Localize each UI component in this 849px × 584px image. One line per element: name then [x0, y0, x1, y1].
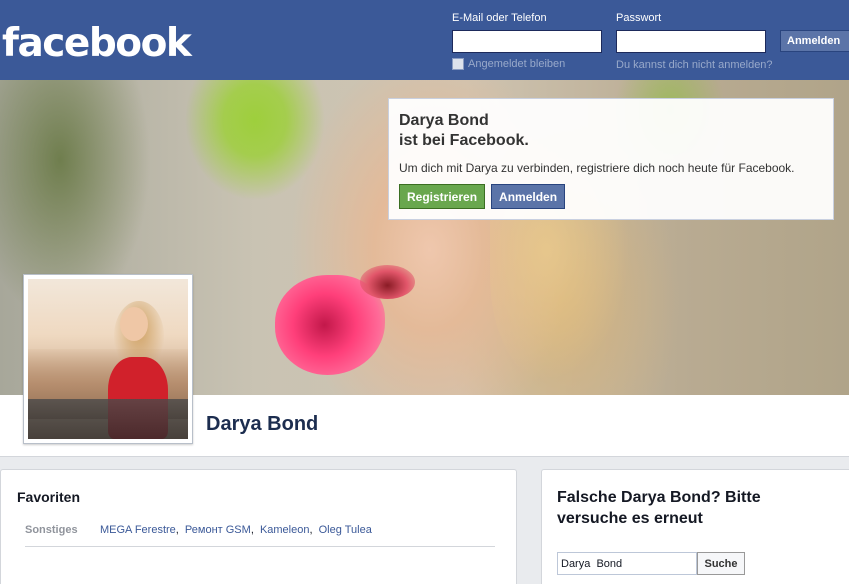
remember-checkbox[interactable] [452, 58, 464, 70]
facebook-logo[interactable]: facebook [2, 22, 192, 66]
search-card: Falsche Darya Bond? Bitte versuche es er… [541, 469, 849, 584]
prompt-buttons: Registrieren Anmelden [399, 184, 823, 209]
profile-picture[interactable] [23, 274, 193, 444]
prompt-name: Darya Bond [399, 112, 489, 129]
search-input[interactable] [557, 552, 697, 575]
password-field[interactable] [616, 30, 766, 53]
favorites-title: Favoriten [17, 489, 81, 505]
favorite-link[interactable]: Kameleon [260, 524, 310, 536]
email-label: E-Mail oder Telefon [452, 12, 547, 24]
register-button[interactable]: Registrieren [399, 184, 486, 209]
remember-me[interactable]: Angemeldet bleiben [452, 58, 565, 70]
favorite-link[interactable]: MEGA Ferestre [100, 524, 176, 536]
top-bar: facebook E-Mail oder Telefon Passwort An… [0, 0, 849, 80]
avatar-railing-shape [28, 399, 188, 439]
favorite-link[interactable]: Ремонт GSM [185, 524, 251, 536]
password-label: Passwort [616, 12, 662, 24]
signup-prompt: Darya Bond ist bei Facebook. Um dich mit… [388, 98, 834, 220]
login-button[interactable]: Anmelden [780, 30, 849, 52]
favorites-category: Sonstiges [25, 524, 78, 536]
remember-label: Angemeldet bleiben [468, 58, 566, 70]
favorite-link[interactable]: Oleg Tulea [319, 524, 372, 536]
forgot-account-link[interactable]: Du kannst dich nicht anmelden? [616, 59, 773, 71]
avatar [28, 279, 188, 439]
avatar-head-shape [120, 307, 148, 341]
search-button[interactable]: Suche [697, 552, 745, 575]
profile-name[interactable]: Darya Bond [206, 413, 318, 436]
favorites-links: MEGA Ferestre, Ремонт GSM, Kameleon, Ole… [100, 524, 372, 536]
favorites-card: Favoriten Sonstiges MEGA Ferestre, Ремон… [0, 469, 517, 584]
prompt-subtitle: ist bei Facebook. [399, 132, 529, 149]
cover-lips-shape [360, 265, 415, 299]
prompt-text: Um dich mit Darya zu verbinden, registri… [399, 161, 795, 175]
prompt-login-button[interactable]: Anmelden [491, 184, 566, 209]
favorites-row: Sonstiges MEGA Ferestre, Ремонт GSM, Kam… [25, 524, 495, 547]
search-title: Falsche Darya Bond? Bitte versuche es er… [557, 489, 761, 527]
email-field[interactable] [452, 30, 602, 53]
